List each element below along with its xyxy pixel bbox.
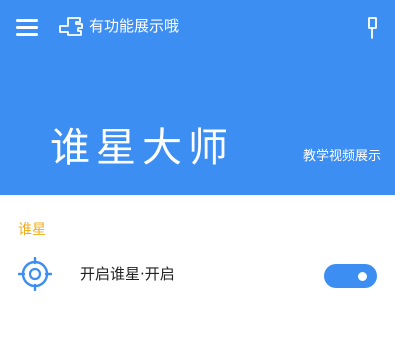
app-title: 谁星大师	[50, 125, 234, 171]
more-vertical-icon[interactable]	[366, 14, 380, 42]
feature-hint-text: 有功能展示哦	[89, 17, 180, 35]
toggle-label: 开启谁星·开启	[80, 265, 175, 283]
enable-toggle-switch[interactable]	[324, 264, 377, 288]
locate-target-icon	[18, 257, 52, 291]
menu-icon-bar	[16, 19, 38, 22]
pointing-hand-icon	[59, 17, 83, 36]
header-banner: 有功能展示哦 谁星大师 教学视频展示	[0, 0, 395, 195]
tutorial-video-link[interactable]: 教学视频展示	[303, 148, 381, 166]
section-label: 谁星	[18, 222, 46, 238]
toggle-knob	[358, 272, 367, 281]
menu-button[interactable]	[16, 19, 38, 37]
menu-icon-bar	[16, 33, 38, 36]
menu-icon-bar	[16, 26, 38, 29]
